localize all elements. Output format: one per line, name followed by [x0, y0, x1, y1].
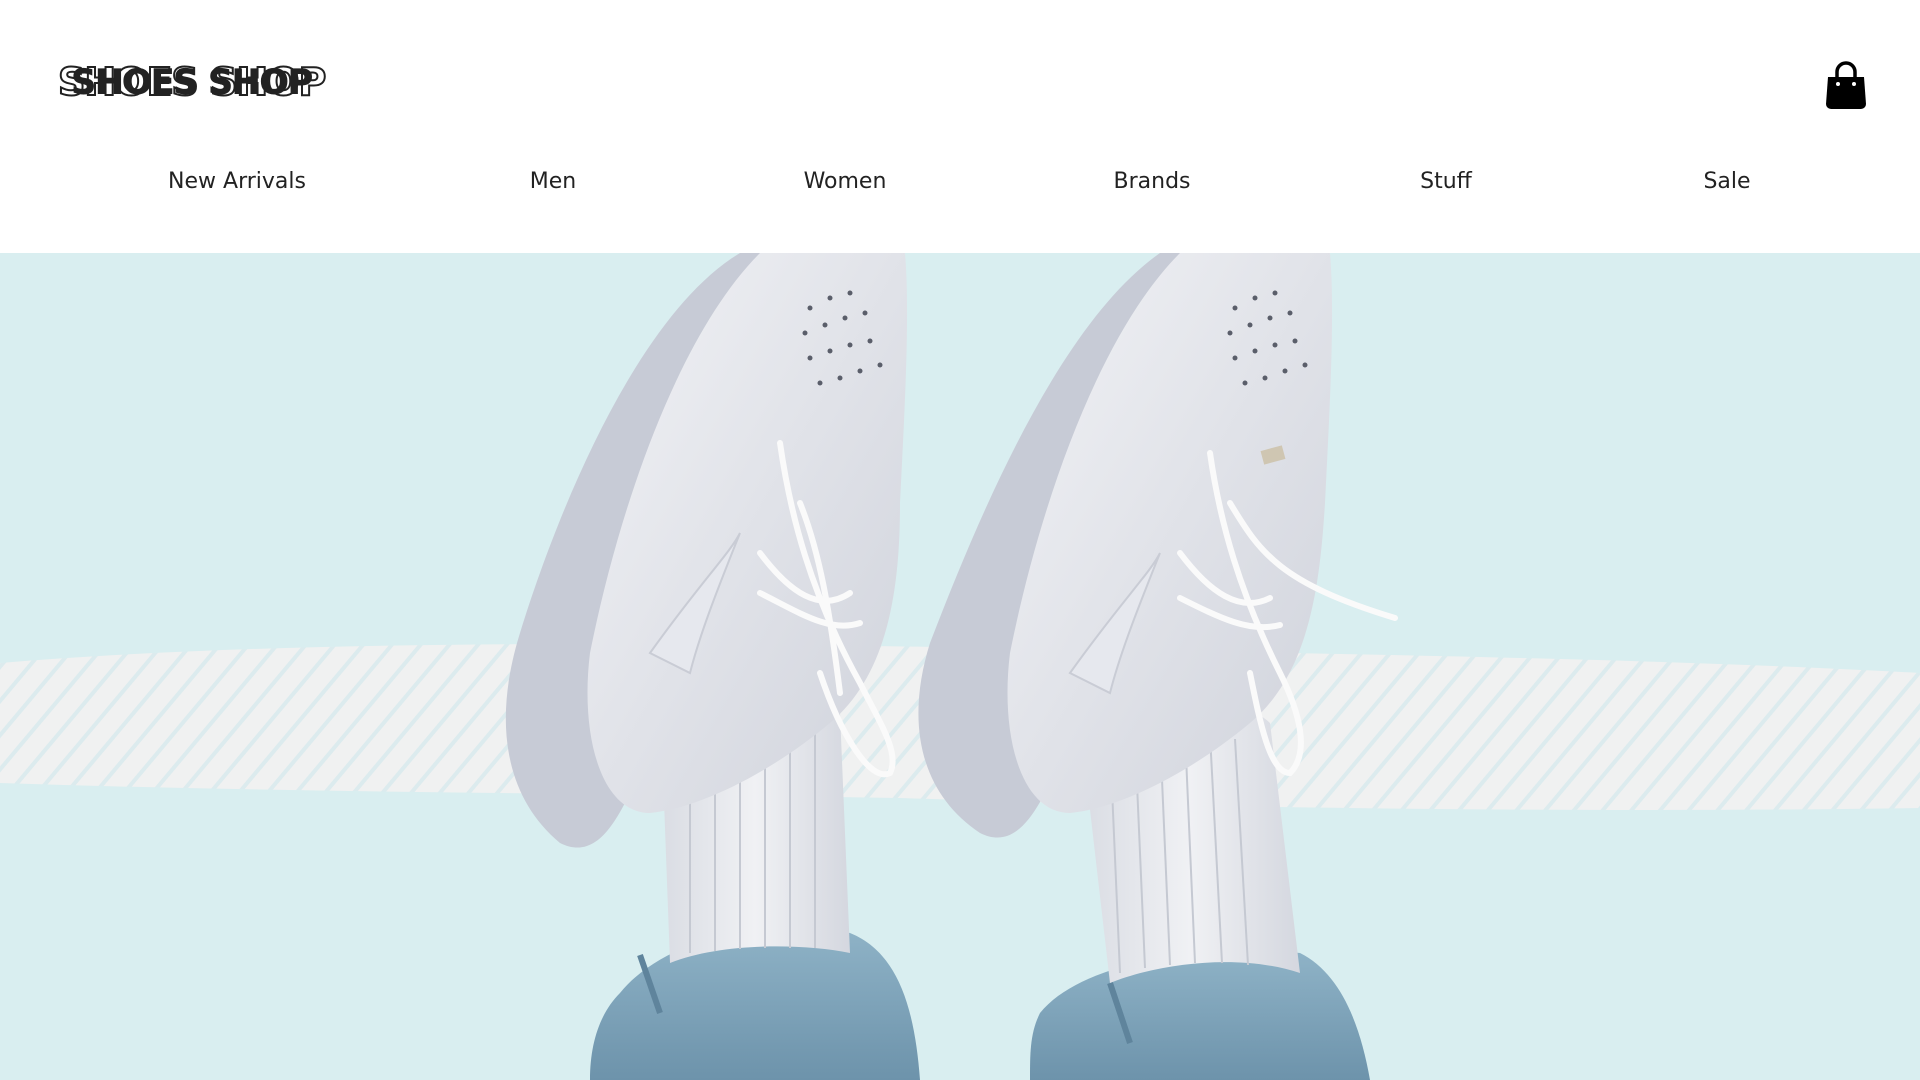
site-header: SHOES SHOP New Arrivals Men Women Brands…: [0, 0, 1920, 253]
page: SHOES SHOP New Arrivals Men Women Brands…: [0, 0, 1920, 1080]
left-sneaker: [505, 253, 920, 1080]
nav-item-men[interactable]: Men: [530, 160, 576, 204]
nav-item-women[interactable]: Women: [804, 160, 887, 204]
nav-item-new-arrivals[interactable]: New Arrivals: [168, 160, 306, 204]
shopping-bag-icon[interactable]: [1824, 60, 1868, 110]
hero-image: [0, 253, 1920, 1080]
nav-item-stuff[interactable]: Stuff: [1420, 160, 1472, 204]
site-logo[interactable]: SHOES SHOP: [57, 59, 327, 105]
nav-item-sale[interactable]: Sale: [1703, 160, 1750, 204]
hero-banner: [0, 253, 1920, 1080]
logo-text: SHOES SHOP: [57, 59, 327, 105]
nav-item-brands[interactable]: Brands: [1114, 160, 1191, 204]
main-nav: New Arrivals Men Women Brands Stuff Sale: [0, 160, 1920, 204]
